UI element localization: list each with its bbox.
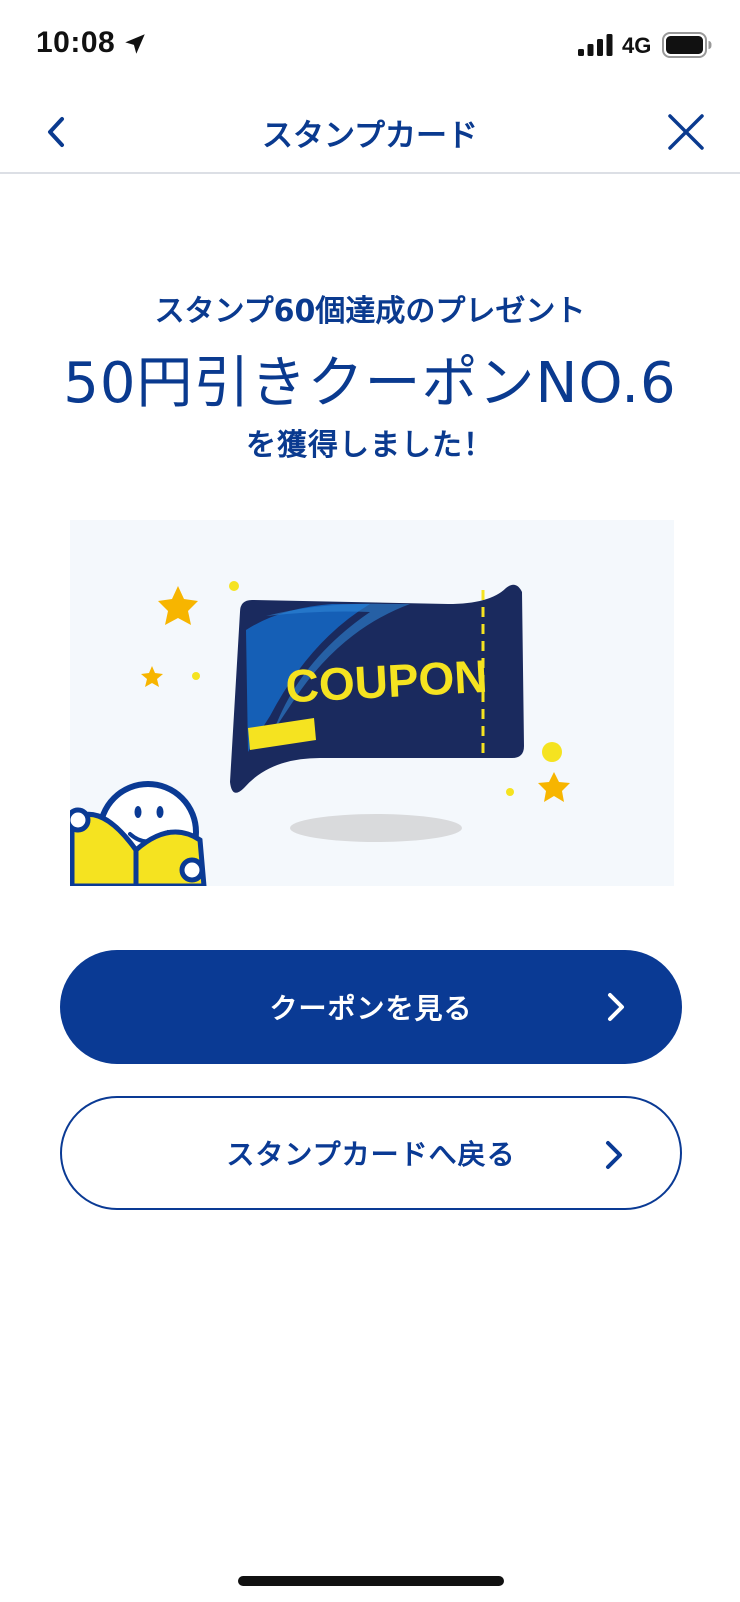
star-icon (158, 586, 198, 625)
cellular-signal-icon (578, 34, 613, 56)
home-indicator[interactable] (238, 1576, 504, 1586)
network-label: 4G (622, 33, 652, 58)
battery-icon (662, 32, 712, 58)
close-button[interactable] (658, 102, 714, 162)
page-title: スタンプカード (261, 118, 479, 154)
mascot-icon (70, 781, 207, 886)
view-coupon-label: クーポンを見る (269, 992, 473, 1025)
coupon-illustration: COUPON (70, 520, 674, 886)
view-coupon-button[interactable]: クーポンを見る (60, 950, 682, 1064)
status-time: 10:08 (36, 26, 116, 59)
chevron-right-icon (608, 993, 624, 1021)
coupon-label: COUPON (284, 650, 488, 712)
star-icon (538, 772, 570, 802)
coupon-illustration-art: COUPON (70, 581, 570, 886)
coupon-shadow (290, 814, 462, 842)
status-bar: 10:08 4G (0, 0, 740, 90)
nav-bar: スタンプカード (0, 90, 740, 174)
location-arrow-icon (125, 34, 145, 54)
reward-message: を獲得しました！ (246, 428, 494, 463)
back-to-stamp-card-button[interactable]: スタンプカードへ戻る (60, 1096, 682, 1210)
star-icon (141, 666, 163, 687)
chevron-right-icon (606, 1141, 622, 1169)
coupon-card-icon: COUPON (230, 584, 524, 793)
reward-subtitle: スタンプ60個達成のプレゼント (154, 294, 586, 329)
close-icon (668, 114, 704, 150)
reward-title: 50円引きクーポンNO.6 (63, 351, 677, 416)
back-to-stamp-card-label: スタンプカードへ戻る (226, 1138, 516, 1171)
